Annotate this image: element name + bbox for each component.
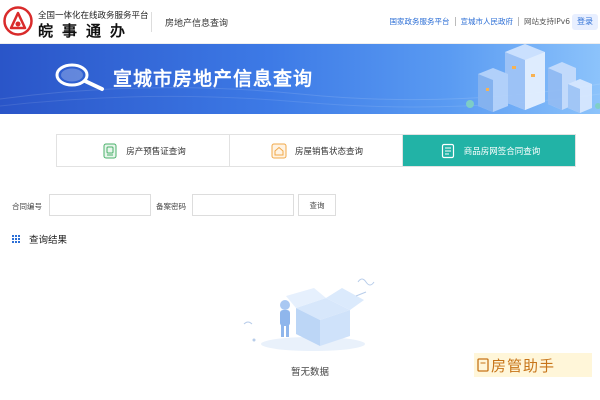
hero-banner: 宣城市房地产信息查询	[0, 44, 600, 114]
tab-label: 商品房网签合同查询	[463, 146, 541, 157]
link-separator	[454, 17, 456, 26]
tab-online-contract[interactable]: 商品房网签合同查询	[403, 135, 575, 166]
ipv6-badge: 网站支持IPv6	[524, 17, 570, 26]
header-links: 国家政务服务平台 宣城市人民政府 网站支持IPv6	[390, 16, 570, 27]
watermark: 房管助手	[474, 353, 592, 377]
house-manager-icon	[477, 358, 489, 372]
page: 全国一体化在线政务服务平台 皖事通办 房地产信息查询 国家政务服务平台 宣城市人…	[0, 0, 600, 400]
magnifier-icon	[55, 63, 104, 91]
contract-no-label: 合同编号	[12, 202, 42, 211]
empty-state-text: 暂无数据	[291, 367, 330, 378]
logo-name[interactable]: 皖事通办	[38, 20, 134, 41]
results-heading-label: 查询结果	[29, 235, 68, 246]
watermark-text: 房管助手	[491, 356, 556, 375]
query-tabs: 房产预售证查询 房屋销售状态查询 商品房网签合同查询	[56, 134, 576, 167]
login-button[interactable]: 登录	[572, 14, 598, 30]
query-button[interactable]: 查询	[298, 194, 336, 216]
page-title: 房地产信息查询	[165, 19, 229, 29]
tab-label: 房屋销售状态查询	[294, 146, 363, 157]
tab-presale-certificate[interactable]: 房产预售证查询	[57, 135, 230, 166]
national-platform-link[interactable]: 国家政务服务平台	[390, 16, 450, 27]
grid-icon	[12, 235, 20, 243]
empty-box-illustration	[243, 278, 375, 351]
tab-sales-status[interactable]: 房屋销售状态查询	[230, 135, 403, 166]
wanshitong-logo-icon[interactable]	[3, 6, 33, 36]
link-separator	[518, 17, 520, 26]
house-icon	[269, 141, 289, 161]
filing-password-input[interactable]	[192, 194, 294, 216]
results-heading: 查询结果	[12, 232, 67, 246]
contract-icon	[438, 141, 458, 161]
banner-title: 宣城市房地产信息查询	[113, 68, 314, 90]
tab-label: 房产预售证查询	[126, 146, 186, 157]
header-divider	[151, 12, 152, 32]
top-header: 全国一体化在线政务服务平台 皖事通办 房地产信息查询 国家政务服务平台 宣城市人…	[0, 0, 600, 44]
document-check-icon	[100, 141, 120, 161]
city-government-link[interactable]: 宣城市人民政府	[461, 16, 514, 27]
contract-no-input[interactable]	[49, 194, 151, 216]
filing-password-label: 备案密码	[156, 202, 186, 211]
